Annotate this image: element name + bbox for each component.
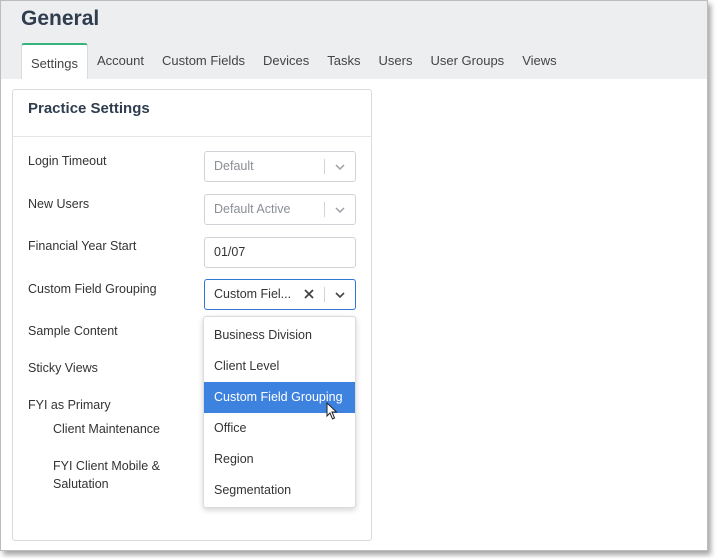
tab-tasks[interactable]: Tasks bbox=[318, 43, 369, 79]
chevron-down-icon[interactable] bbox=[334, 204, 346, 216]
tab-users[interactable]: Users bbox=[370, 43, 422, 79]
tab-bar: Settings Account Custom Fields Devices T… bbox=[21, 43, 566, 79]
select-separator bbox=[324, 159, 325, 174]
page-header: General Settings Account Custom Fields D… bbox=[1, 1, 707, 79]
tab-settings[interactable]: Settings bbox=[21, 43, 88, 79]
tab-custom-fields[interactable]: Custom Fields bbox=[153, 43, 254, 79]
select-separator bbox=[324, 287, 325, 302]
custom-field-grouping-label: Custom Field Grouping bbox=[28, 282, 157, 296]
chevron-down-icon[interactable] bbox=[334, 289, 346, 301]
window-frame: General Settings Account Custom Fields D… bbox=[0, 0, 708, 551]
custom-field-grouping-select[interactable]: Custom Fiel... bbox=[204, 279, 356, 310]
new-users-label: New Users bbox=[28, 197, 90, 211]
mouse-cursor-icon bbox=[326, 402, 338, 420]
financial-year-start-input[interactable]: 01/07 bbox=[204, 237, 356, 268]
select-separator bbox=[324, 202, 325, 217]
login-timeout-label: Login Timeout bbox=[28, 154, 107, 168]
fyi-as-primary-label: FYI as Primary bbox=[28, 398, 111, 412]
tab-views[interactable]: Views bbox=[513, 43, 565, 79]
sticky-views-label: Sticky Views bbox=[28, 361, 98, 375]
chevron-down-icon[interactable] bbox=[334, 161, 346, 173]
new-users-select[interactable]: Default Active bbox=[204, 194, 356, 225]
login-timeout-select[interactable]: Default bbox=[204, 151, 356, 182]
sample-content-label: Sample Content bbox=[28, 324, 118, 338]
tab-devices[interactable]: Devices bbox=[254, 43, 318, 79]
fyi-client-mobile-label: FYI Client Mobile & bbox=[53, 459, 160, 473]
tab-user-groups[interactable]: User Groups bbox=[421, 43, 513, 79]
new-users-value: Default Active bbox=[214, 202, 291, 216]
option-client-level[interactable]: Client Level bbox=[204, 351, 355, 382]
custom-field-grouping-value: Custom Fiel... bbox=[214, 287, 292, 301]
client-maintenance-label: Client Maintenance bbox=[53, 422, 161, 436]
tab-account[interactable]: Account bbox=[88, 43, 153, 79]
card-title: Practice Settings bbox=[28, 100, 150, 117]
card-divider bbox=[13, 136, 371, 137]
option-region[interactable]: Region bbox=[204, 444, 355, 475]
clear-icon[interactable] bbox=[303, 288, 315, 300]
financial-year-start-label: Financial Year Start bbox=[28, 239, 137, 253]
page-title: General bbox=[21, 7, 100, 30]
option-business-division[interactable]: Business Division bbox=[204, 320, 355, 351]
fyi-client-mobile-label-line2: Salutation bbox=[53, 477, 109, 491]
login-timeout-value: Default bbox=[214, 159, 254, 173]
option-segmentation[interactable]: Segmentation bbox=[204, 475, 355, 506]
